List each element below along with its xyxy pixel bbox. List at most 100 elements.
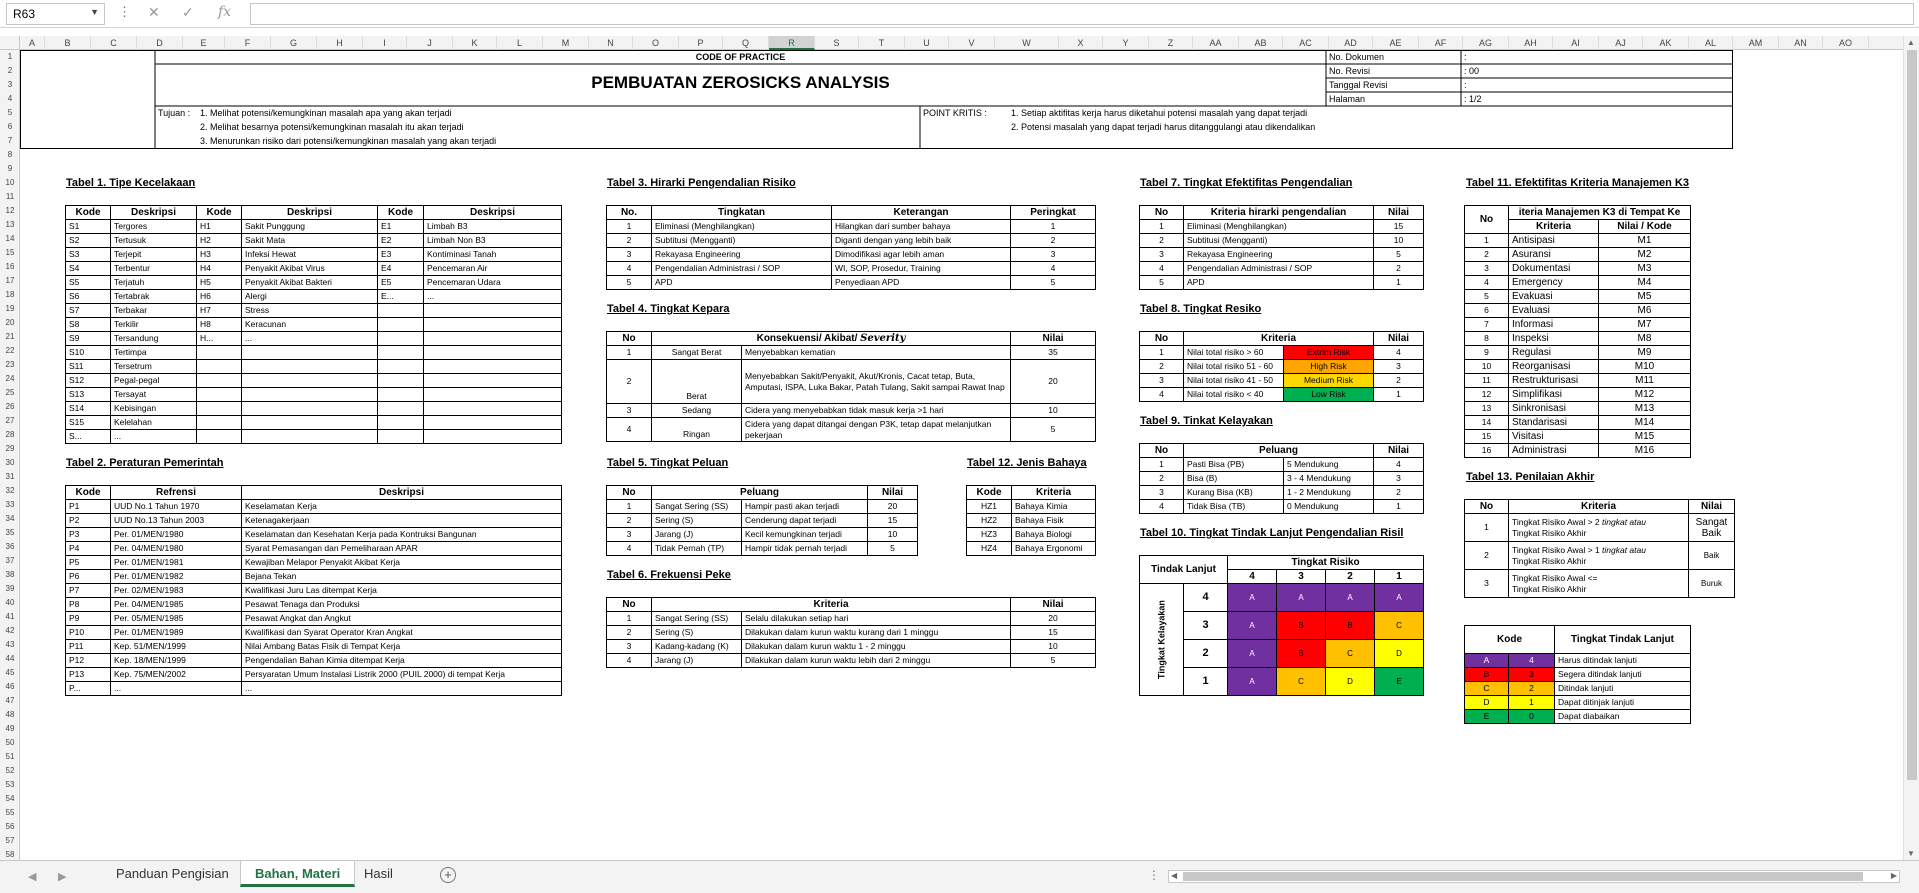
row-header[interactable]: 47 [0,694,20,708]
row-header[interactable]: 53 [0,778,20,792]
row-header[interactable]: 30 [0,456,20,470]
column-header[interactable]: R [769,36,815,50]
row-header[interactable]: 32 [0,484,20,498]
row-header[interactable]: 20 [0,316,20,330]
row-header[interactable]: 25 [0,386,20,400]
row-header[interactable]: 11 [0,190,20,204]
column-header[interactable]: K [453,36,497,50]
column-header[interactable]: AL [1689,36,1733,50]
column-header[interactable]: AO [1823,36,1869,50]
row-header[interactable]: 56 [0,820,20,834]
horizontal-scrollbar[interactable]: ◀ ▶ [1168,870,1900,883]
scroll-down-icon[interactable]: ▼ [1907,849,1915,858]
column-header[interactable]: X [1059,36,1103,50]
row-header[interactable]: 38 [0,568,20,582]
cancel-icon[interactable]: ✕ [148,4,160,21]
row-header[interactable]: 50 [0,736,20,750]
row-header[interactable]: 34 [0,512,20,526]
row-header[interactable]: 22 [0,344,20,358]
column-header[interactable]: AM [1733,36,1779,50]
column-header[interactable]: I [363,36,407,50]
row-header[interactable]: 4 [0,92,20,106]
row-header[interactable]: 3 [0,78,20,92]
row-header[interactable]: 2 [0,64,20,78]
column-header[interactable]: Y [1103,36,1149,50]
row-header[interactable]: 12 [0,204,20,218]
vertical-scroll-thumb[interactable] [1907,50,1917,780]
row-header[interactable]: 16 [0,260,20,274]
chevron-down-icon[interactable]: ▼ [90,7,99,17]
row-header[interactable]: 15 [0,246,20,260]
row-header[interactable]: 6 [0,120,20,134]
column-header[interactable]: AG [1463,36,1509,50]
row-header[interactable]: 41 [0,610,20,624]
row-header[interactable]: 8 [0,148,20,162]
row-header[interactable]: 36 [0,540,20,554]
next-sheet-icon[interactable]: ▶ [58,870,66,883]
row-header[interactable]: 28 [0,428,20,442]
column-header[interactable]: AA [1193,36,1239,50]
row-header[interactable]: 44 [0,652,20,666]
enter-icon[interactable]: ✓ [182,4,194,21]
scroll-up-icon[interactable]: ▲ [1907,38,1915,47]
vertical-scrollbar[interactable]: ▲ ▼ [1903,36,1919,860]
column-header[interactable]: E [183,36,225,50]
row-header[interactable]: 13 [0,218,20,232]
row-header[interactable]: 26 [0,400,20,414]
row-header[interactable]: 42 [0,624,20,638]
column-header[interactable]: L [497,36,543,50]
insert-function-icon[interactable]: fx [218,4,231,20]
prev-sheet-icon[interactable]: ◀ [28,870,36,883]
column-header[interactable]: AN [1779,36,1823,50]
column-header[interactable]: AJ [1599,36,1643,50]
add-sheet-icon[interactable]: + [440,867,456,883]
row-header[interactable]: 14 [0,232,20,246]
column-header[interactable]: AH [1509,36,1553,50]
row-header[interactable]: 46 [0,680,20,694]
column-header[interactable]: Z [1149,36,1193,50]
row-header[interactable]: 21 [0,330,20,344]
column-header[interactable]: AC [1283,36,1329,50]
row-header[interactable]: 24 [0,372,20,386]
name-box[interactable]: R63 ▼ [6,3,105,25]
row-header[interactable]: 33 [0,498,20,512]
row-header[interactable]: 45 [0,666,20,680]
row-header[interactable]: 43 [0,638,20,652]
row-header[interactable]: 31 [0,470,20,484]
column-header[interactable]: F [225,36,271,50]
column-header[interactable]: W [995,36,1059,50]
row-header[interactable]: 5 [0,106,20,120]
row-header[interactable]: 37 [0,554,20,568]
column-header[interactable]: C [91,36,137,50]
row-header[interactable]: 27 [0,414,20,428]
row-header[interactable]: 19 [0,302,20,316]
column-header[interactable]: S [815,36,859,50]
column-header[interactable]: A [20,36,45,50]
formula-input[interactable] [250,3,1914,25]
more-options-icon[interactable]: ⋮ [118,4,131,20]
row-header[interactable]: 9 [0,162,20,176]
row-header[interactable]: 7 [0,134,20,148]
row-header[interactable]: 55 [0,806,20,820]
column-header[interactable]: O [633,36,679,50]
row-header[interactable]: 18 [0,288,20,302]
tab-bahan-materi[interactable]: Bahan, Materi [240,861,356,887]
column-header[interactable]: G [271,36,317,50]
column-header[interactable]: AK [1643,36,1689,50]
row-header[interactable]: 23 [0,358,20,372]
tab-split-handle-icon[interactable]: ⋮ [1148,868,1160,882]
column-header[interactable]: U [905,36,949,50]
row-header[interactable]: 54 [0,792,20,806]
horizontal-scroll-thumb[interactable] [1183,872,1863,881]
row-header[interactable]: 52 [0,764,20,778]
column-header[interactable]: N [589,36,633,50]
column-header[interactable]: J [407,36,453,50]
row-header[interactable]: 29 [0,442,20,456]
row-header[interactable]: 40 [0,596,20,610]
sheet-grid[interactable]: CODE OF PRACTICE PEMBUATAN ZEROSICKS ANA… [20,50,1903,860]
column-header[interactable]: Q [723,36,769,50]
row-header[interactable]: 1 [0,50,20,64]
column-header[interactable]: AI [1553,36,1599,50]
select-all-corner[interactable] [0,36,20,50]
row-header[interactable]: 57 [0,834,20,848]
